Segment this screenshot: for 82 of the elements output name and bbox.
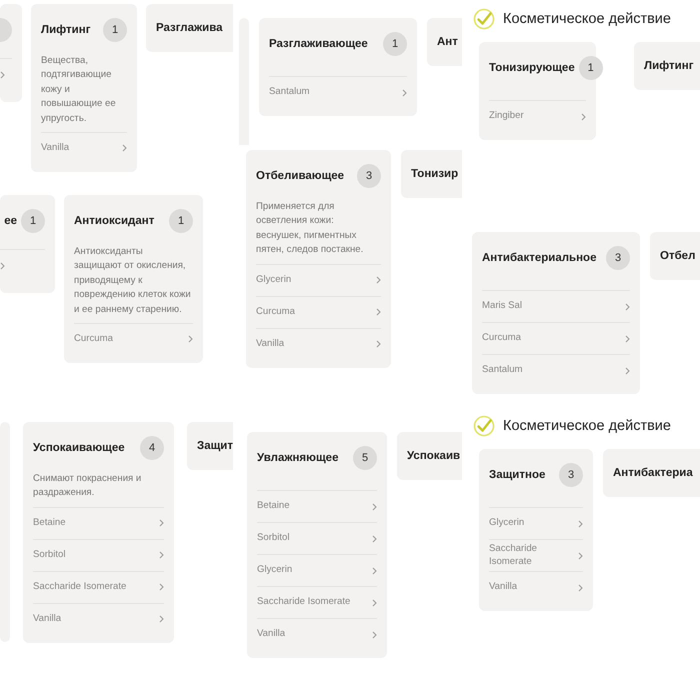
ingredient-item[interactable]: Saccharide Isomerate: [257, 586, 377, 618]
ingredient-item[interactable]: Vanilla: [256, 328, 381, 360]
count-badge: 3: [357, 164, 381, 188]
chevron-icon: [376, 340, 381, 348]
ingredient-item[interactable]: Vanilla: [41, 132, 127, 164]
category-tab[interactable]: Отбел: [650, 232, 700, 280]
count-badge: 4: [140, 436, 164, 460]
chevron-icon[interactable]: [0, 262, 5, 270]
card-title: Антиоксидант: [74, 215, 154, 227]
category-tab[interactable]: Разглажива: [146, 4, 233, 52]
chevron-icon: [159, 615, 164, 624]
section-heading: Косметическое действие: [503, 418, 671, 434]
count-badge: 1: [578, 56, 603, 80]
chevron-icon: [625, 366, 630, 374]
chevron-icon: [625, 334, 630, 342]
chevron-icon: [581, 112, 586, 120]
chevron-icon: [159, 551, 164, 560]
card-title: Разглаживающее: [269, 38, 368, 50]
ingredient-item[interactable]: Maris Sal: [482, 290, 630, 322]
card-title: Защитное: [489, 469, 546, 481]
ingredient-item[interactable]: Curcuma: [256, 296, 381, 328]
ingredient-item[interactable]: Betaine: [257, 490, 377, 522]
category-tab[interactable]: Ант: [427, 18, 462, 66]
category-tab[interactable]: Успокаив: [397, 432, 462, 480]
category-tab[interactable]: Защит: [187, 422, 233, 470]
count-badge: 1: [169, 209, 193, 233]
chevron-icon: [372, 534, 377, 542]
card-title: Лифтинг: [41, 24, 90, 36]
ingredient-item[interactable]: Vanilla: [489, 571, 583, 603]
card-title: ее: [4, 215, 17, 227]
chevron-icon: [159, 519, 164, 528]
ingredient-item[interactable]: Sorbitol: [257, 522, 377, 554]
chevron-icon: [188, 335, 193, 344]
card-title: Тонизирующее: [489, 62, 575, 74]
chevron-icon: [372, 566, 377, 574]
card-title: Успокаивающее: [33, 442, 125, 454]
ingredient-item[interactable]: Santalum: [482, 354, 630, 386]
chevron-icon: [372, 502, 377, 510]
ingredient-item[interactable]: Saccharide Isomerate: [33, 570, 164, 603]
check-icon: [473, 415, 495, 437]
card-title: Антибактериальное: [482, 252, 596, 264]
count-badge: 5: [353, 446, 377, 470]
chevron-icon: [376, 308, 381, 316]
chevron-icon: [578, 552, 583, 560]
ingredient-item[interactable]: Zingiber: [489, 100, 586, 132]
ingredient-item[interactable]: Curcuma: [482, 322, 630, 354]
card-description: Вещества, подтягивающие кожу и повышающие ее упругость.: [41, 54, 117, 126]
check-icon: [473, 8, 495, 30]
count-badge: 3: [606, 246, 630, 270]
chevron-icon: [372, 598, 377, 606]
ingredient-item[interactable]: Glycerin: [489, 507, 583, 539]
chevron-icon: [402, 88, 407, 96]
category-tab[interactable]: Лифтинг: [634, 42, 700, 90]
ingredient-item[interactable]: Glycerin: [256, 264, 381, 296]
section-heading: Косметическое действие: [503, 11, 671, 27]
ingredient-item[interactable]: Glycerin: [257, 554, 377, 586]
chevron-icon[interactable]: [0, 70, 5, 78]
card-description: Антиоксиданты защищают от окисления, приводящему к повреждению клеток кожи и ее раннему старению.: [74, 245, 192, 317]
ingredient-item[interactable]: Betaine: [33, 506, 164, 539]
ingredient-item[interactable]: Vanilla: [33, 602, 164, 635]
count-badge: 1: [383, 32, 407, 56]
chevron-icon: [578, 584, 583, 592]
card-description: Снимают покраснения и раздражения.: [33, 472, 142, 500]
card-title: Увлажняющее: [257, 452, 338, 464]
chevron-icon: [372, 630, 377, 638]
chevron-icon: [376, 276, 381, 284]
category-tab[interactable]: Антибактериа: [603, 449, 700, 497]
count-badge: 1: [21, 209, 45, 233]
card-description: Применяется для осветления кожи: веснушек, пигментных пятен, следов постакне.: [256, 200, 364, 258]
ingredient-item[interactable]: Curcuma: [74, 322, 193, 355]
count-badge: 1: [103, 18, 127, 42]
ingredient-item[interactable]: Saccharide Isomerate: [489, 539, 583, 571]
card-title: Отбеливающее: [256, 170, 344, 182]
ingredient-item[interactable]: Santalum: [269, 76, 407, 108]
chevron-icon: [578, 520, 583, 528]
count-badge: 3: [559, 463, 583, 487]
chevron-icon: [625, 302, 630, 310]
chevron-icon: [122, 144, 127, 152]
ingredient-item[interactable]: Vanilla: [257, 618, 377, 650]
category-tab[interactable]: Тонизир: [401, 150, 462, 198]
ingredient-item[interactable]: Sorbitol: [33, 538, 164, 571]
chevron-icon: [159, 583, 164, 592]
